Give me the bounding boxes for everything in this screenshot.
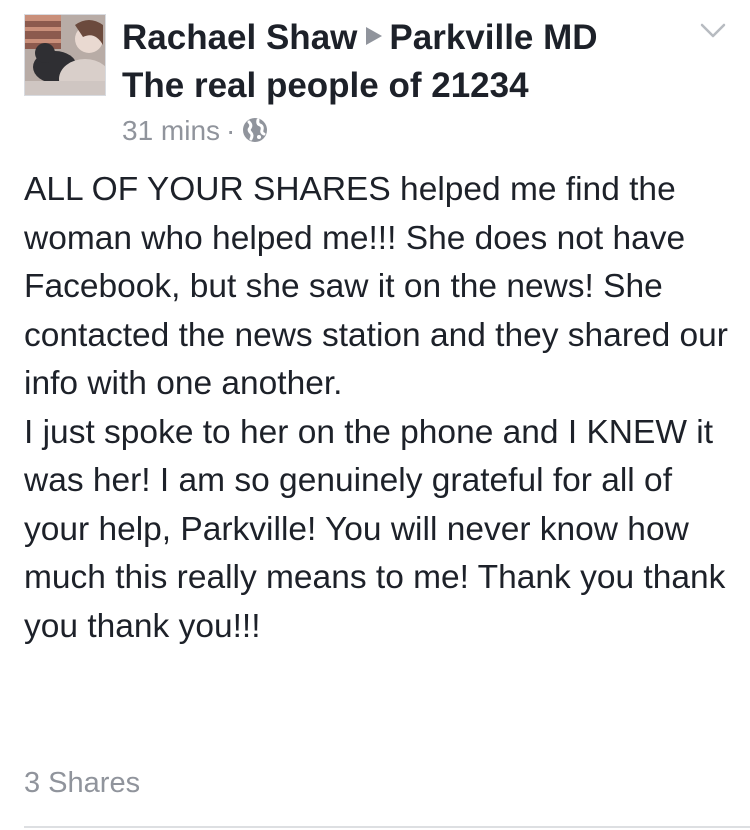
facebook-post: Rachael Shaw Parkville MD The real people…	[0, 0, 750, 830]
shares-count[interactable]: 3 Shares	[24, 765, 140, 801]
group-name-line2[interactable]: The real people of 21234	[122, 66, 529, 106]
post-meta: 31 mins ·	[122, 114, 269, 148]
post-body: ALL OF YOUR SHARES helped me find the wo…	[24, 166, 734, 651]
avatar[interactable]	[24, 14, 106, 96]
meta-separator: ·	[226, 115, 236, 146]
divider	[24, 826, 750, 828]
post-paragraph-2: I just spoke to her on the phone and I K…	[24, 413, 726, 645]
chevron-down-icon[interactable]	[700, 22, 726, 40]
globe-icon[interactable]	[241, 116, 269, 144]
group-name-line1[interactable]: Parkville MD	[389, 18, 597, 57]
author-name[interactable]: Rachael Shaw	[122, 18, 357, 57]
post-header-line1: Rachael Shaw Parkville MD	[122, 18, 598, 58]
arrow-right-icon	[365, 26, 383, 46]
avatar-photo	[25, 15, 105, 95]
post-paragraph-1: ALL OF YOUR SHARES helped me find the wo…	[24, 171, 728, 402]
timestamp[interactable]: 31 mins	[122, 115, 220, 146]
